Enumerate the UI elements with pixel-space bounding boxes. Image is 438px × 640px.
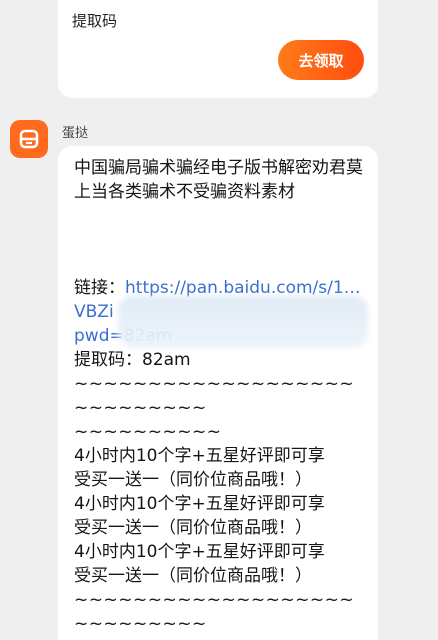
extraction-code: 提取码：82am (74, 350, 191, 370)
promo-line-3a: 4小时内10个字+五星好评即可享 (74, 542, 325, 562)
promo-line-1b: 受买一送一（同价位商品哦！） (74, 470, 312, 490)
promo-line-2b: 受买一送一（同价位商品哦！） (74, 518, 312, 538)
promo-line-1a: 4小时内10个字+五星好评即可享 (74, 446, 325, 466)
message-bubble: 中国骗局骗术骗经电子版书解密劝君莫上当各类骗术不受骗资料素材 链接：https:… (58, 146, 378, 640)
blank-space (74, 204, 366, 276)
sender-avatar[interactable] (10, 120, 48, 158)
message-title: 中国骗局骗术骗经电子版书解密劝君莫上当各类骗术不受骗资料素材 (74, 158, 363, 202)
chat-screen: 提取码 去领取 蛋挞 中国骗局骗术骗经电子版书解密劝君莫上当各类骗术不受骗资料素… (0, 0, 438, 640)
divider-top-2: ~~~~~~~~~~ (74, 422, 222, 442)
message-text: 中国骗局骗术骗经电子版书解密劝君莫上当各类骗术不受骗资料素材 链接：https:… (74, 156, 366, 640)
link-label: 链接： (74, 278, 125, 298)
sender-name: 蛋挞 (62, 126, 89, 141)
coupon-card: 提取码 去领取 (58, 0, 378, 98)
divider-bottom-2: ~~~~~~~~~~ (74, 636, 366, 640)
divider-top-1: ~~~~~~~~~~~~~~~~~~~~~~~~~~~~ (74, 374, 355, 418)
promo-line-3b: 受买一送一（同价位商品哦！） (74, 566, 312, 586)
shop-logo-icon (19, 129, 39, 149)
claim-button[interactable]: 去领取 (278, 40, 364, 80)
divider-bottom-1: ~~~~~~~~~~~~~~~~~~~~~~~~~~~~ (74, 590, 355, 634)
link-blur-mask (118, 296, 368, 348)
promo-line-2a: 4小时内10个字+五星好评即可享 (74, 494, 325, 514)
coupon-label: 提取码 (72, 12, 118, 30)
